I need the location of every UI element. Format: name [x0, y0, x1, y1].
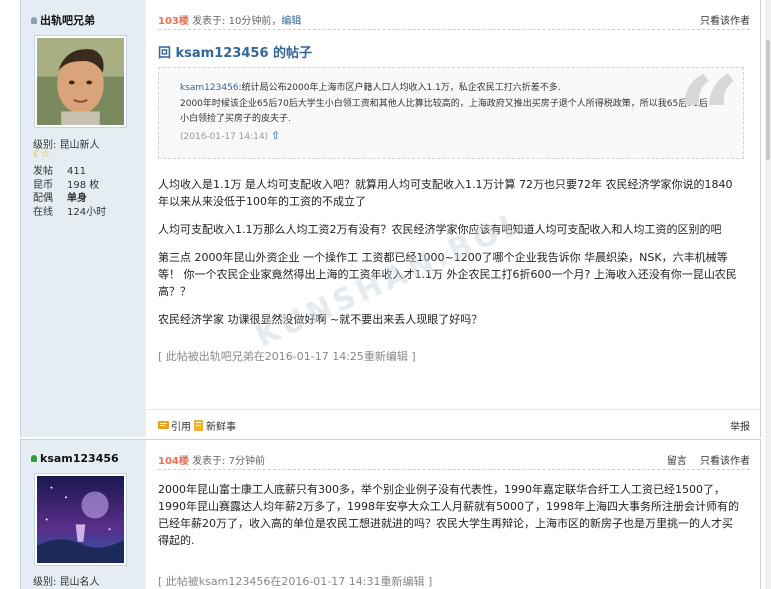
online-status-icon — [31, 455, 37, 462]
quote-meta-row: (2016-01-17 14:14) ⇧ — [180, 128, 731, 146]
rank-stars-icon: ☾☆ — [33, 149, 50, 160]
only-author-link[interactable]: 只看该作者 — [700, 456, 750, 467]
author-name[interactable]: 出轨吧兄弟 — [31, 12, 95, 28]
edit-link[interactable]: 编辑 — [281, 16, 301, 27]
quote-text-2: 2000年时候该企业65后70后大学生小白领工资和其他人比算比较高的，上海政府又… — [180, 98, 708, 125]
stat-label: 昆币 — [33, 179, 53, 191]
post-body: 人均收入是1.1万 是人均可支配收入吧？就算用人均可支配收入1.1万计算 72万… — [158, 176, 740, 376]
stat-row-online: 在线 124小时 — [33, 206, 106, 220]
post-header-actions: 只看该作者 — [690, 12, 750, 27]
jump-to-quote-icon[interactable]: ⇧ — [271, 129, 280, 142]
stat-value: 124小时 — [67, 206, 107, 218]
post-paragraph: 2000年昆山富士康工人底薪只有300多，举个别企业例子没有代表性，1990年嘉… — [158, 483, 739, 547]
quote-block: “ ksam123456:统计局公布2000年上海市区户籍人口人均收入1.1万，… — [158, 67, 744, 159]
share-fresh-label[interactable]: 新鲜事 — [206, 418, 236, 433]
post-paragraph: 农民经济学家 功课很显然没做好啊 ~就不要出来丢人现眼了好吗？ — [158, 313, 483, 326]
post-header: 104楼 发表于: 7分钟前 留言 只看该作者 — [158, 452, 750, 468]
stat-label: 配偶 — [33, 193, 53, 204]
post-104: ksam123456 级别: 昆山名人 104楼 发表于: 7分钟前 留言 只看… — [20, 439, 761, 589]
user-level: 级别: 昆山名人 — [33, 573, 100, 588]
fresh-news-icon — [194, 420, 203, 431]
stat-value: 198 枚 — [67, 179, 100, 191]
post-author-sidebar: ksam123456 级别: 昆山名人 — [21, 440, 146, 589]
avatar[interactable] — [34, 473, 127, 566]
author-name-text[interactable]: ksam123456 — [40, 452, 119, 465]
report-label[interactable]: 举报 — [730, 418, 750, 433]
floor-number: 103楼 — [158, 16, 189, 27]
post-author-sidebar: 出轨吧兄弟 级别: 昆山新人 ☾☆ 发帖 411 昆币 198 枚 配偶 单身 在线 1… — [21, 0, 146, 437]
post-paragraph: 第三点 2000年昆山外资企业 一个操作工 工资都已经1000~1200了哪个企… — [158, 251, 737, 298]
message-link[interactable]: 留言 — [667, 456, 687, 467]
level-value: 昆山名人 — [59, 577, 100, 588]
edit-note: [ 此帖被出轨吧兄弟在2016-01-17 14:25重新编辑 ] — [158, 350, 416, 363]
post-103: 出轨吧兄弟 级别: 昆山新人 ☾☆ 发帖 411 昆币 198 枚 配偶 单身 在线 1… — [20, 0, 761, 437]
post-paragraph: 人均可支配收入1.1万那么人均工资2万有没有？农民经济学家你应该有吧知道人均可支… — [158, 223, 722, 236]
only-author-link[interactable]: 只看该作者 — [700, 16, 750, 27]
post-actions: 引用 新鲜事 举报 — [147, 409, 760, 437]
stat-row-coins: 昆币 198 枚 — [33, 179, 106, 193]
header-divider — [158, 29, 750, 30]
post-time: 发表于: 7分钟前 — [192, 456, 265, 467]
report-button[interactable]: 举报 — [730, 418, 750, 433]
offline-status-icon — [31, 16, 37, 24]
post-paragraph: 人均收入是1.1万 是人均可支配收入吧？就算用人均可支配收入1.1万计算 72万… — [158, 178, 733, 208]
stat-row-spouse: 配偶 单身 — [33, 192, 106, 206]
quote-button-label[interactable]: 引用 — [171, 418, 191, 433]
post-body: 2000年昆山富士康工人底薪只有300多，举个别企业例子没有代表性，1990年嘉… — [158, 481, 740, 589]
stat-value: 411 — [67, 166, 87, 177]
quote-button[interactable]: 引用 — [158, 418, 191, 433]
author-name[interactable]: ksam123456 — [31, 452, 119, 465]
quote-line-1: ksam123456:统计局公布2000年上海市区户籍人口人均收入1.1万，私企… — [180, 81, 731, 97]
avatar-image — [37, 38, 124, 125]
scrollbar-thumb[interactable] — [766, 40, 770, 160]
edit-note: [ 此帖被ksam123456在2016-01-17 14:31重新编辑 ] — [158, 575, 433, 588]
stat-row-posts: 发帖 411 — [33, 165, 106, 179]
header-divider — [158, 469, 750, 470]
author-name-text[interactable]: 出轨吧兄弟 — [40, 12, 95, 28]
avatar-image — [37, 476, 124, 563]
post-header-actions: 留言 只看该作者 — [657, 452, 750, 467]
floor-number: 104楼 — [158, 456, 189, 467]
post-main: 103楼 发表于: 10分钟前，编辑 只看该作者 回 ksam123456 的帖… — [147, 0, 760, 437]
post-main: 104楼 发表于: 7分钟前 留言 只看该作者 2000年昆山富士康工人底薪只有… — [147, 440, 760, 589]
share-fresh-button[interactable]: 新鲜事 — [193, 418, 236, 433]
stat-label: 发帖 — [33, 166, 53, 177]
stat-label: 在线 — [33, 206, 53, 218]
user-stats: 发帖 411 昆币 198 枚 配偶 单身 在线 124小时 — [33, 165, 106, 219]
page-scrollbar[interactable] — [765, 0, 771, 589]
avatar[interactable] — [34, 35, 127, 128]
quote-author[interactable]: ksam123456 — [180, 83, 239, 93]
level-label: 级别: — [33, 577, 57, 588]
quote-time: (2016-01-17 14:14) — [180, 131, 269, 142]
post-time: 发表于: 10分钟前， — [192, 16, 282, 27]
level-value: 昆山新人 — [59, 140, 100, 151]
reply-title: 回 ksam123456 的帖子 — [158, 46, 313, 61]
quote-text-1: :统计局公布2000年上海市区户籍人口人均收入1.1万，私企农民工打六折差不多. — [238, 83, 561, 93]
quote-icon — [158, 421, 169, 429]
stat-value: 单身 — [67, 193, 87, 204]
post-header: 103楼 发表于: 10分钟前，编辑 只看该作者 — [158, 12, 750, 28]
